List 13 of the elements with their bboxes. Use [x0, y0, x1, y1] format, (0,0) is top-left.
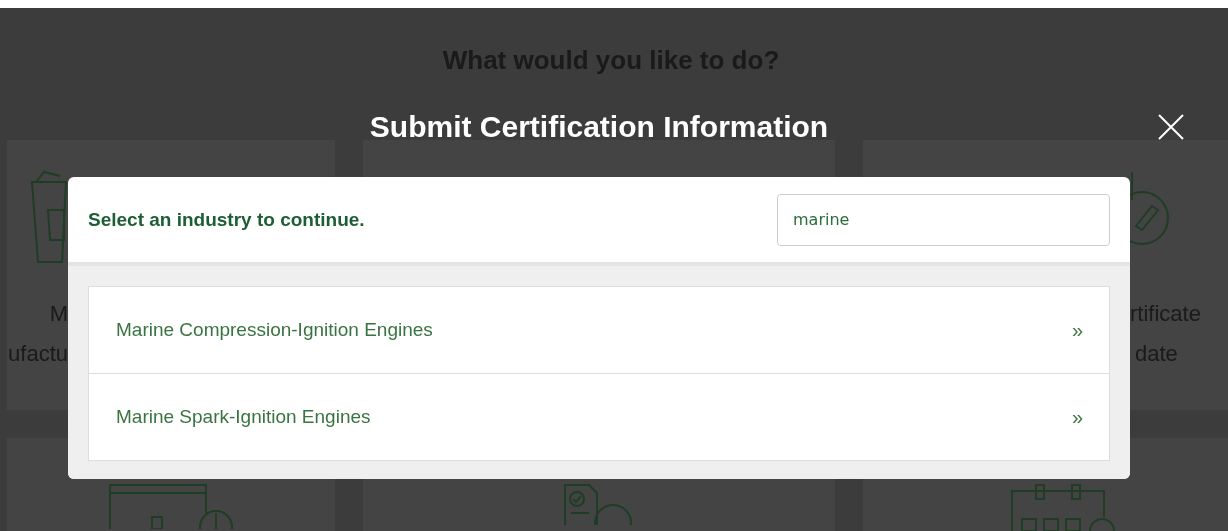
- chevron-icon: »: [1071, 405, 1083, 429]
- document-check-icon: [563, 483, 635, 525]
- result-label: Marine Spark-Ignition Engines: [116, 406, 371, 428]
- chevron-icon: »: [1071, 318, 1083, 342]
- form-icon: [108, 483, 234, 529]
- result-label: Marine Compression-Ignition Engines: [116, 319, 433, 341]
- result-item[interactable]: Marine Compression-Ignition Engines »: [89, 287, 1109, 373]
- close-icon[interactable]: [1158, 114, 1184, 140]
- modal-title: Submit Certification Information: [369, 110, 829, 144]
- search-field[interactable]: marine: [777, 193, 1110, 246]
- calendar-icon: [1010, 483, 1116, 531]
- prompt-text: Select an industry to continue.: [88, 208, 365, 231]
- result-item[interactable]: Marine Spark-Ignition Engines »: [89, 373, 1109, 460]
